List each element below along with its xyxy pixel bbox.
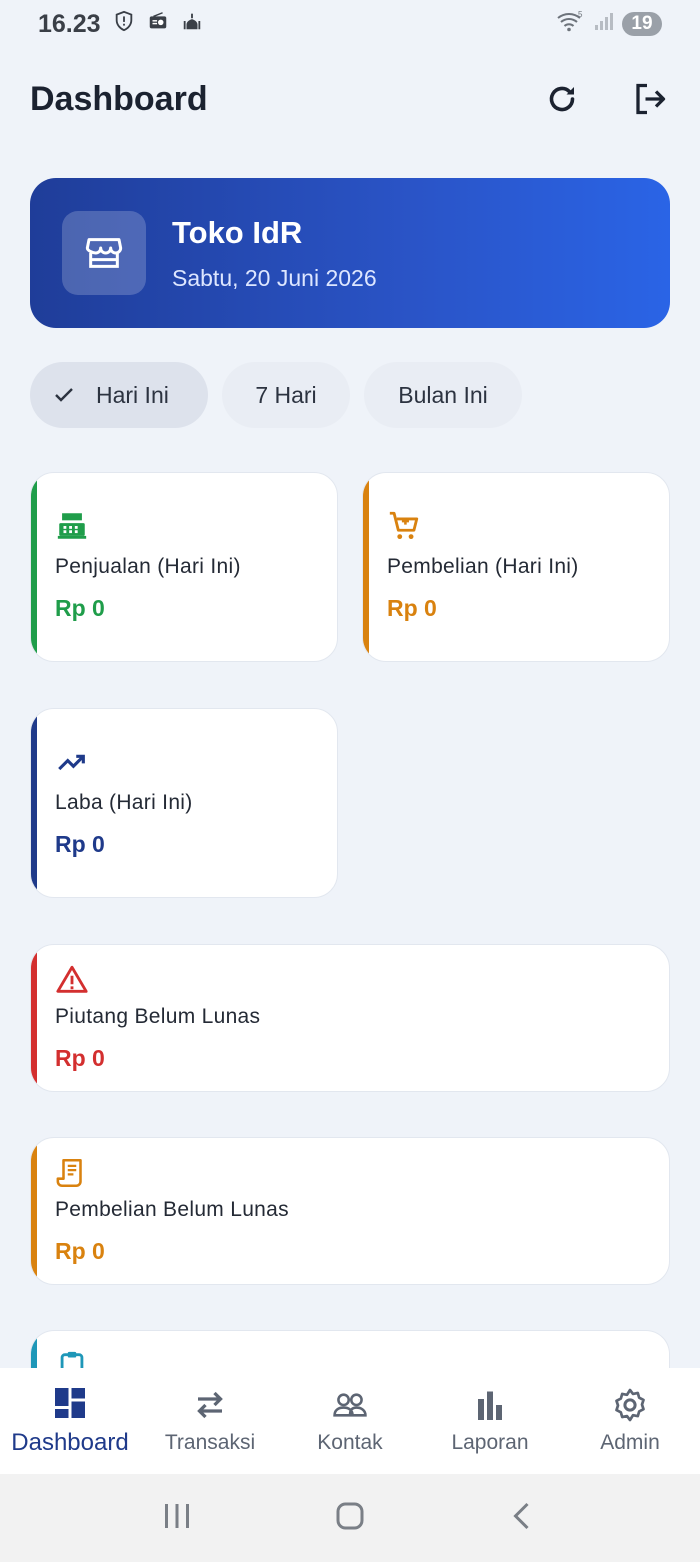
dashboard-icon (55, 1388, 85, 1418)
gear-icon (615, 1388, 645, 1422)
filter-chip-7-days[interactable]: 7 Hari (222, 362, 350, 428)
filter-chip-today[interactable]: Hari Ini (30, 362, 208, 428)
back-icon (513, 1502, 529, 1529)
nav-kontak[interactable]: Kontak (280, 1368, 420, 1474)
profit-card[interactable]: Laba (Hari Ini) Rp 0 (30, 708, 338, 898)
receipt-icon (55, 1156, 89, 1190)
status-time: 16.23 (38, 9, 101, 38)
nav-label: Admin (600, 1431, 660, 1454)
period-filter: Hari Ini 7 Hari Bulan Ini (30, 362, 522, 428)
card-value: Rp 0 (55, 595, 105, 621)
card-accent-bar (31, 945, 37, 1091)
app-bar: Dashboard (30, 68, 670, 130)
battery-indicator: 19 (622, 12, 662, 36)
logout-button[interactable] (630, 79, 670, 119)
store-name: Toko IdR (172, 214, 303, 250)
card-label: Laba (Hari Ini) (55, 791, 193, 814)
card-accent-bar (31, 473, 37, 661)
nav-laporan[interactable]: Laporan (420, 1368, 560, 1474)
filter-chip-this-month[interactable]: Bulan Ini (364, 362, 522, 428)
sales-card[interactable]: Penjualan (Hari Ini) Rp 0 (30, 472, 338, 662)
card-accent-bar (31, 709, 37, 897)
clipboard-icon (55, 1349, 89, 1368)
bar-chart-icon (478, 1391, 502, 1420)
warning-icon (55, 963, 89, 997)
status-bar: 16.23 5 19 (0, 0, 700, 48)
bottom-navigation: Dashboard Transaksi Kontak Laporan Admin (0, 1368, 700, 1474)
system-navigation-bar (0, 1474, 700, 1562)
wifi-label: 5 (578, 10, 583, 19)
nav-label: Transaksi (164, 1431, 256, 1454)
partial-card[interactable] (30, 1330, 670, 1368)
store-header-card: Toko IdR Sabtu, 20 Juni 2026 (30, 178, 670, 328)
card-label: Piutang Belum Lunas (55, 1005, 261, 1028)
wifi-icon: 5 (556, 9, 586, 40)
check-icon (55, 388, 73, 402)
home-icon (336, 1502, 364, 1529)
swap-icon (197, 1391, 223, 1419)
people-icon (333, 1393, 367, 1417)
payables-card[interactable]: Pembelian Belum Lunas Rp 0 (30, 1137, 670, 1285)
purchases-card[interactable]: Pembelian (Hari Ini) Rp 0 (362, 472, 670, 662)
nav-label: Dashboard (11, 1429, 129, 1456)
nav-dashboard[interactable]: Dashboard (0, 1368, 140, 1474)
card-value: Rp 0 (55, 1238, 105, 1264)
card-value: Rp 0 (55, 1045, 105, 1071)
refresh-button[interactable] (542, 79, 582, 119)
mosque-icon (181, 10, 203, 39)
page-title: Dashboard (30, 79, 208, 118)
card-label: Pembelian (Hari Ini) (387, 555, 579, 578)
store-icon (62, 211, 146, 295)
cash-register-icon (55, 509, 89, 543)
recent-apps-icon (164, 1503, 189, 1528)
nav-admin[interactable]: Admin (560, 1368, 700, 1474)
card-accent-bar (363, 473, 369, 661)
radio-icon (147, 10, 169, 39)
cart-icon (387, 509, 421, 543)
nav-label: Kontak (317, 1431, 383, 1454)
card-accent-bar (31, 1331, 37, 1368)
card-value: Rp 0 (55, 831, 105, 857)
card-accent-bar (31, 1138, 37, 1284)
refresh-icon (549, 86, 575, 112)
card-value: Rp 0 (387, 595, 437, 621)
nav-label: Laporan (451, 1431, 529, 1454)
home-button[interactable] (332, 1498, 368, 1539)
store-date: Sabtu, 20 Juni 2026 (172, 264, 377, 291)
filter-chip-label: Hari Ini (96, 381, 169, 408)
filter-chip-label: Bulan Ini (398, 381, 488, 408)
card-label: Pembelian Belum Lunas (55, 1198, 289, 1221)
back-button[interactable] (505, 1498, 541, 1539)
logout-icon (636, 83, 666, 115)
receivables-card[interactable]: Piutang Belum Lunas Rp 0 (30, 944, 670, 1092)
card-label: Penjualan (Hari Ini) (55, 555, 241, 578)
recent-apps-button[interactable] (159, 1498, 195, 1539)
cell-signal-icon (592, 9, 616, 40)
shield-icon (113, 10, 135, 39)
trending-up-icon (55, 745, 89, 779)
filter-chip-label: 7 Hari (255, 381, 317, 408)
nav-transaksi[interactable]: Transaksi (140, 1368, 280, 1474)
